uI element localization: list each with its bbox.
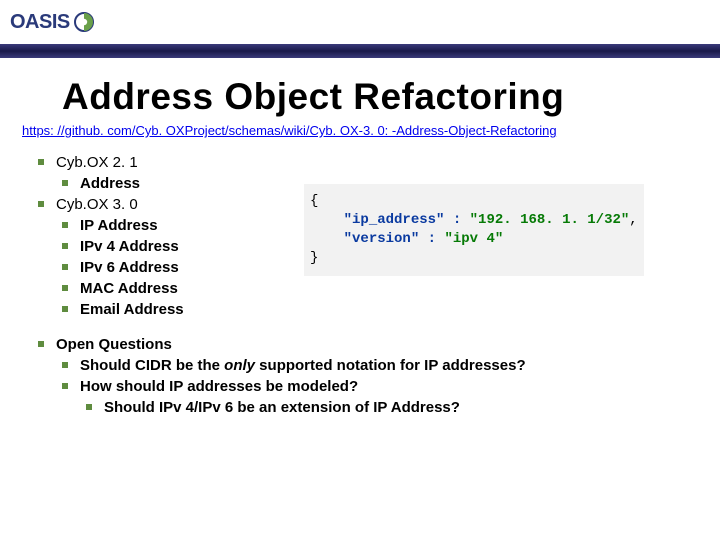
content: { "ip_address" : "192. 168. 1. 1/32", "v… (32, 152, 720, 418)
bullet-icon (38, 201, 44, 207)
list-item: Cyb.OX 3. 0 (32, 194, 720, 215)
list-item: Open Questions (32, 334, 720, 355)
list-item: How should IP addresses be modeled? (56, 376, 720, 397)
list-item: IPv 4 Address (56, 236, 720, 257)
bullet-icon (38, 341, 44, 347)
bullet-icon (86, 404, 92, 410)
list-item: Email Address (56, 299, 720, 320)
bullet-icon (62, 306, 68, 312)
bullet-icon (62, 243, 68, 249)
logo-bar: OASIS (0, 0, 720, 44)
gradient-bar (0, 44, 720, 58)
list-item: IP Address (56, 215, 720, 236)
bullet-icon (62, 383, 68, 389)
bullet-icon (62, 285, 68, 291)
bullet-icon (62, 362, 68, 368)
page-title: Address Object Refactoring (62, 76, 720, 118)
logo-mark-icon (74, 12, 94, 32)
open-questions-list: Open Questions Should CIDR be the only s… (32, 334, 720, 418)
bullet-icon (38, 159, 44, 165)
list-item: Should CIDR be the only supported notati… (56, 355, 720, 376)
logo: OASIS (10, 11, 94, 34)
bullet-icon (62, 264, 68, 270)
list-item: Cyb.OX 2. 1 (32, 152, 720, 173)
outline-list: Cyb.OX 2. 1 Address Cyb.OX 3. 0 IP Addre… (32, 152, 720, 320)
reference-link[interactable]: https: //github. com/Cyb. OXProject/sche… (22, 123, 557, 138)
list-item: IPv 6 Address (56, 257, 720, 278)
bullet-icon (62, 180, 68, 186)
bullet-icon (62, 222, 68, 228)
list-item: MAC Address (56, 278, 720, 299)
list-item: Address (56, 173, 720, 194)
logo-text: OASIS (10, 11, 70, 34)
list-item: Should IPv 4/IPv 6 be an extension of IP… (80, 397, 720, 418)
